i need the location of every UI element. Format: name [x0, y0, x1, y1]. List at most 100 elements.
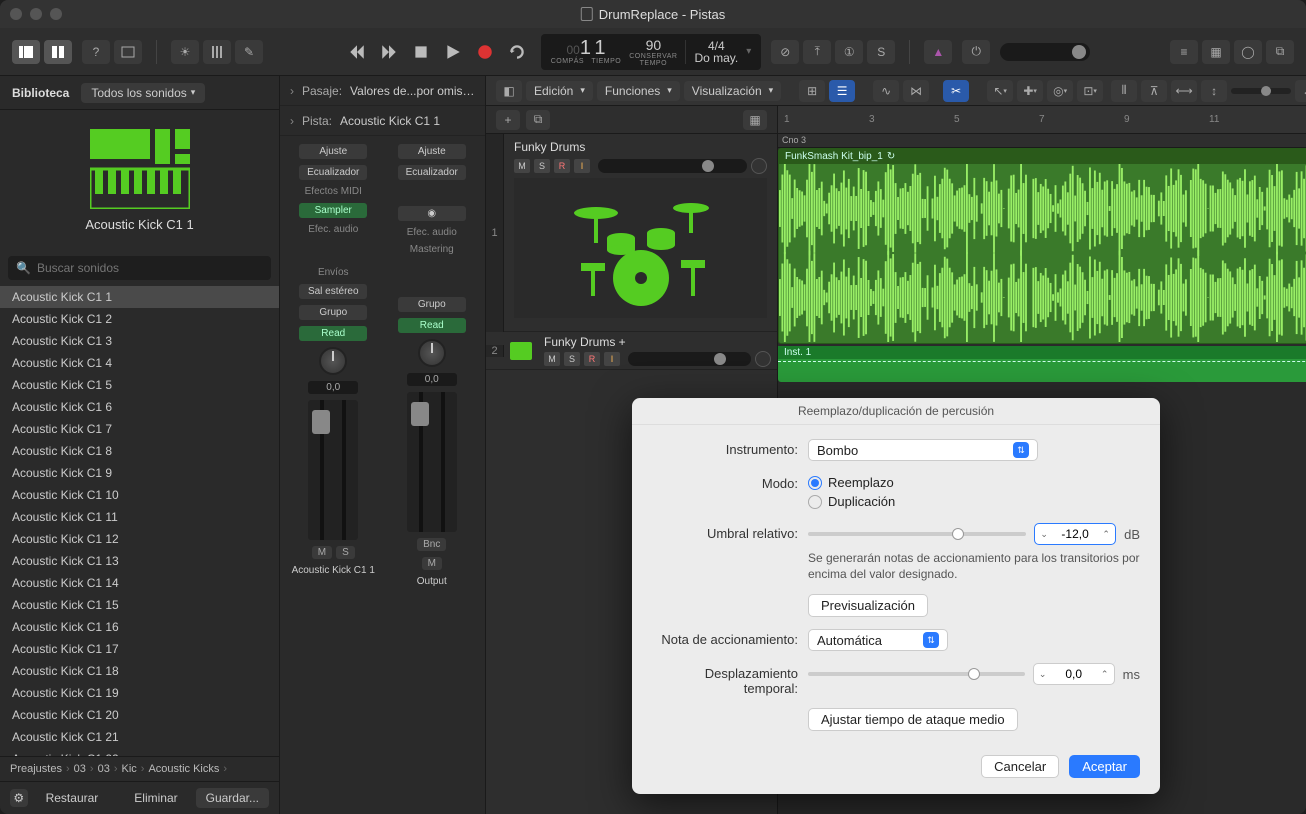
- solo-button[interactable]: S: [336, 546, 355, 559]
- pointer-tool[interactable]: ↖▾: [987, 80, 1013, 102]
- list-item[interactable]: Acoustic Kick C1 21: [0, 726, 279, 748]
- list-item[interactable]: Acoustic Kick C1 5: [0, 374, 279, 396]
- master-volume-slider[interactable]: [1000, 43, 1090, 61]
- edit-menu[interactable]: Edición: [526, 81, 593, 101]
- instrument-slot[interactable]: Sampler: [299, 203, 367, 218]
- list-item[interactable]: Acoustic Kick C1 18: [0, 660, 279, 682]
- chevron-down-icon[interactable]: ⌄: [1035, 524, 1053, 544]
- snap-button[interactable]: ◎▾: [1047, 80, 1073, 102]
- track-solo-button[interactable]: S: [564, 352, 580, 366]
- eq-slot[interactable]: Ecualizador: [398, 165, 466, 180]
- local-inspector-button[interactable]: ◧: [496, 80, 522, 102]
- list-item[interactable]: Acoustic Kick C1 2: [0, 308, 279, 330]
- library-filter-dropdown[interactable]: Todos los sonidos▾: [81, 83, 205, 103]
- rewind-button[interactable]: [343, 40, 371, 64]
- list-item[interactable]: Acoustic Kick C1 20: [0, 704, 279, 726]
- list-item[interactable]: Acoustic Kick C1 19: [0, 682, 279, 704]
- track-mute-button[interactable]: M: [514, 159, 530, 173]
- automation-slot[interactable]: Read: [299, 326, 367, 341]
- catch-button[interactable]: ✂: [943, 80, 969, 102]
- view-menu[interactable]: Visualización: [684, 81, 781, 101]
- vertical-zoom-slider[interactable]: [1231, 88, 1291, 94]
- list-item[interactable]: Acoustic Kick C1 22: [0, 748, 279, 756]
- list-item[interactable]: Acoustic Kick C1 17: [0, 638, 279, 660]
- restore-button[interactable]: Restaurar: [36, 788, 109, 808]
- dim-button[interactable]: ⏻: [962, 40, 990, 64]
- tuner-button[interactable]: ⤒: [803, 40, 831, 64]
- sound-list[interactable]: Acoustic Kick C1 1Acoustic Kick C1 2Acou…: [0, 286, 279, 756]
- list-item[interactable]: Acoustic Kick C1 12: [0, 528, 279, 550]
- vertical-zoom-button[interactable]: ⊼: [1141, 80, 1167, 102]
- group-slot[interactable]: Grupo: [299, 305, 367, 320]
- notes-button[interactable]: ▦: [1202, 40, 1230, 64]
- pan-knob[interactable]: [418, 339, 446, 367]
- list-item[interactable]: Acoustic Kick C1 10: [0, 484, 279, 506]
- library-toggle-button[interactable]: [12, 40, 40, 64]
- list-item[interactable]: Acoustic Kick C1 1: [0, 286, 279, 308]
- breadcrumb[interactable]: Preajustes›03›03›Kic›Acoustic Kicks›: [0, 756, 279, 781]
- list-item[interactable]: Acoustic Kick C1 3: [0, 330, 279, 352]
- list-item[interactable]: Acoustic Kick C1 6: [0, 396, 279, 418]
- mixer-button[interactable]: [203, 40, 231, 64]
- count-in-button[interactable]: ①: [835, 40, 863, 64]
- list-item[interactable]: Acoustic Kick C1 16: [0, 616, 279, 638]
- functions-menu[interactable]: Funciones: [597, 81, 680, 101]
- track-volume-slider[interactable]: [598, 159, 747, 173]
- automation-slot[interactable]: Read: [398, 318, 466, 333]
- list-item[interactable]: Acoustic Kick C1 11: [0, 506, 279, 528]
- minimize-window-icon[interactable]: [30, 8, 42, 20]
- pan-knob[interactable]: [319, 347, 347, 375]
- pan-value[interactable]: 0,0: [407, 373, 457, 386]
- waveform-zoom-button[interactable]: ⫴: [1111, 80, 1137, 102]
- stereo-slot[interactable]: ◉: [398, 206, 466, 221]
- audio-region[interactable]: FunkSmash Kit_bip_1↻: [778, 148, 1306, 344]
- bounce-button[interactable]: Bnc: [417, 538, 446, 551]
- grid-button[interactable]: ⊞: [799, 80, 825, 102]
- list-item[interactable]: Acoustic Kick C1 8: [0, 440, 279, 462]
- zoom-window-icon[interactable]: [50, 8, 62, 20]
- track-inspector-row[interactable]: › Pista: Acoustic Kick C1 1: [280, 106, 485, 136]
- track-header-1[interactable]: 1 Funky Drums M S R I: [486, 134, 777, 332]
- list-item[interactable]: Acoustic Kick C1 14: [0, 572, 279, 594]
- adjust-attack-button[interactable]: Ajustar tiempo de ataque medio: [808, 708, 1018, 731]
- link-button[interactable]: ☰: [829, 80, 855, 102]
- edit-button[interactable]: ✎: [235, 40, 263, 64]
- threshold-slider[interactable]: [808, 532, 1026, 536]
- forward-button[interactable]: [375, 40, 403, 64]
- automation-button[interactable]: ∿: [873, 80, 899, 102]
- marker-lane[interactable]: Cno 3: [778, 134, 1306, 148]
- ok-button[interactable]: Aceptar: [1069, 755, 1140, 778]
- cycle-button[interactable]: [503, 40, 531, 64]
- chevron-up-icon[interactable]: ⌃: [1097, 524, 1115, 544]
- inspector-toggle-button[interactable]: [44, 40, 72, 64]
- drag-button[interactable]: ⊡▾: [1077, 80, 1103, 102]
- pan-value[interactable]: 0,0: [308, 381, 358, 394]
- list-item[interactable]: Acoustic Kick C1 9: [0, 462, 279, 484]
- list-item[interactable]: Acoustic Kick C1 4: [0, 352, 279, 374]
- mode-duplicate-radio[interactable]: Duplicación: [808, 492, 1140, 511]
- trigger-note-select[interactable]: Automática ⇅: [808, 629, 948, 651]
- track-input-button[interactable]: I: [574, 159, 590, 173]
- duplicate-track-button[interactable]: ⧉: [526, 110, 550, 130]
- record-button[interactable]: [471, 40, 499, 64]
- help-button[interactable]: ?: [82, 40, 110, 64]
- chevron-down-icon[interactable]: ⌄: [1034, 664, 1052, 684]
- delete-button[interactable]: Eliminar: [124, 788, 187, 808]
- track-mute-button[interactable]: M: [544, 352, 560, 366]
- mute-button[interactable]: M: [422, 557, 442, 570]
- setting-slot[interactable]: Ajuste: [299, 144, 367, 159]
- track-header-2[interactable]: 2 Funky Drums + M S R I: [486, 332, 777, 370]
- track-volume-slider[interactable]: [628, 352, 751, 366]
- hzoom-button[interactable]: ↔: [1295, 80, 1306, 102]
- global-tracks-button[interactable]: ▦: [743, 110, 767, 130]
- list-item[interactable]: Acoustic Kick C1 15: [0, 594, 279, 616]
- search-input[interactable]: 🔍: [8, 256, 271, 280]
- browser-button[interactable]: ⧉: [1266, 40, 1294, 64]
- instrument-select[interactable]: Bombo ⇅: [808, 439, 1038, 461]
- volume-fader[interactable]: [308, 400, 358, 540]
- offset-slider[interactable]: [808, 672, 1025, 676]
- add-track-button[interactable]: +: [496, 110, 520, 130]
- eq-slot[interactable]: Ecualizador: [299, 165, 367, 180]
- volume-fader[interactable]: [407, 392, 457, 532]
- track-solo-button[interactable]: S: [534, 159, 550, 173]
